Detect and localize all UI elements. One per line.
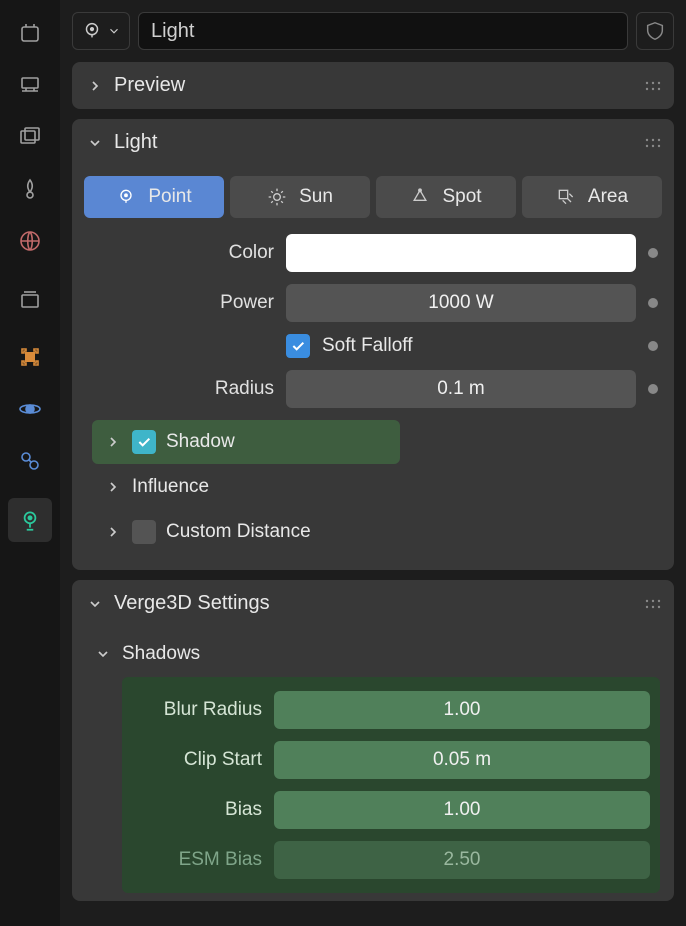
grip-icon[interactable]	[644, 81, 662, 91]
color-label: Color	[84, 242, 274, 264]
radius-label: Radius	[84, 378, 274, 400]
light-color-field[interactable]	[286, 234, 636, 272]
scene-tab-icon[interactable]	[15, 174, 45, 204]
preview-panel: Preview	[72, 62, 674, 109]
verge3d-panel-header[interactable]: Verge3D Settings	[72, 580, 674, 627]
keyframe-dot[interactable]	[648, 298, 658, 308]
grip-icon[interactable]	[644, 138, 662, 148]
data-tab-icon[interactable]	[8, 498, 52, 542]
custom-distance-subpanel-header[interactable]: Custom Distance	[92, 510, 662, 554]
light-panel-header[interactable]: Light	[72, 119, 674, 166]
verge3d-shadows-label: Shadows	[122, 643, 200, 665]
blur-radius-field[interactable]: 1.00	[274, 691, 650, 729]
chevron-down-icon	[86, 595, 104, 613]
viewlayer-tab-icon[interactable]	[15, 122, 45, 152]
datablock-type-dropdown[interactable]	[72, 12, 130, 50]
shadow-checkbox[interactable]	[132, 430, 156, 454]
collection-tab-icon[interactable]	[15, 284, 45, 314]
object-tab-icon[interactable]	[15, 342, 45, 372]
shadow-subpanel-header[interactable]: Shadow	[92, 420, 400, 464]
power-label: Power	[84, 292, 274, 314]
bias-label: Bias	[132, 799, 262, 821]
verge3d-panel-title: Verge3D Settings	[114, 592, 270, 615]
influence-subpanel-header[interactable]: Influence	[92, 466, 662, 508]
preview-panel-title: Preview	[114, 74, 185, 97]
light-type-sun[interactable]: Sun	[230, 176, 370, 218]
soft-falloff-checkbox[interactable]	[286, 334, 310, 358]
light-type-area[interactable]: Area	[522, 176, 662, 218]
light-panel: Light Point Sun Spot	[72, 119, 674, 570]
light-type-point[interactable]: Point	[84, 176, 224, 218]
output-tab-icon[interactable]	[15, 70, 45, 100]
properties-main: Light Preview Light	[60, 0, 686, 926]
chevron-down-icon	[94, 645, 112, 663]
chevron-right-icon	[104, 523, 122, 541]
chevron-right-icon	[104, 433, 122, 451]
soft-falloff-label: Soft Falloff	[322, 335, 636, 357]
shadow-label: Shadow	[166, 431, 235, 453]
fake-user-button[interactable]	[636, 12, 674, 50]
custom-distance-label: Custom Distance	[166, 521, 311, 543]
datablock-header: Light	[72, 12, 674, 50]
constraints-tab-icon[interactable]	[15, 446, 45, 476]
bias-field[interactable]: 1.00	[274, 791, 650, 829]
light-panel-title: Light	[114, 131, 157, 154]
esm-bias-label: ESM Bias	[132, 849, 262, 871]
light-type-tabs: Point Sun Spot Area	[84, 176, 662, 218]
keyframe-dot[interactable]	[648, 248, 658, 258]
esm-bias-field[interactable]: 2.50	[274, 841, 650, 879]
light-type-spot[interactable]: Spot	[376, 176, 516, 218]
preview-panel-header[interactable]: Preview	[72, 62, 674, 109]
chevron-down-icon	[86, 134, 104, 152]
chevron-right-icon	[86, 77, 104, 95]
keyframe-dot[interactable]	[648, 341, 658, 351]
world-tab-icon[interactable]	[15, 226, 45, 256]
keyframe-dot[interactable]	[648, 384, 658, 394]
verge3d-shadows-header[interactable]: Shadows	[86, 637, 660, 677]
light-radius-field[interactable]: 0.1 m	[286, 370, 636, 408]
properties-tabs-sidebar	[0, 0, 60, 926]
verge3d-panel: Verge3D Settings Shadows Blur Radius 1.0…	[72, 580, 674, 901]
influence-label: Influence	[132, 476, 209, 498]
verge3d-shadow-props: Blur Radius 1.00 Clip Start 0.05 m Bias …	[122, 677, 660, 893]
clip-start-label: Clip Start	[132, 749, 262, 771]
blur-radius-label: Blur Radius	[132, 699, 262, 721]
physics-tab-icon[interactable]	[15, 394, 45, 424]
custom-distance-checkbox[interactable]	[132, 520, 156, 544]
clip-start-field[interactable]: 0.05 m	[274, 741, 650, 779]
light-power-field[interactable]: 1000 W	[286, 284, 636, 322]
render-tab-icon[interactable]	[15, 18, 45, 48]
datablock-name-input[interactable]: Light	[138, 12, 628, 50]
chevron-right-icon	[104, 478, 122, 496]
grip-icon[interactable]	[644, 599, 662, 609]
